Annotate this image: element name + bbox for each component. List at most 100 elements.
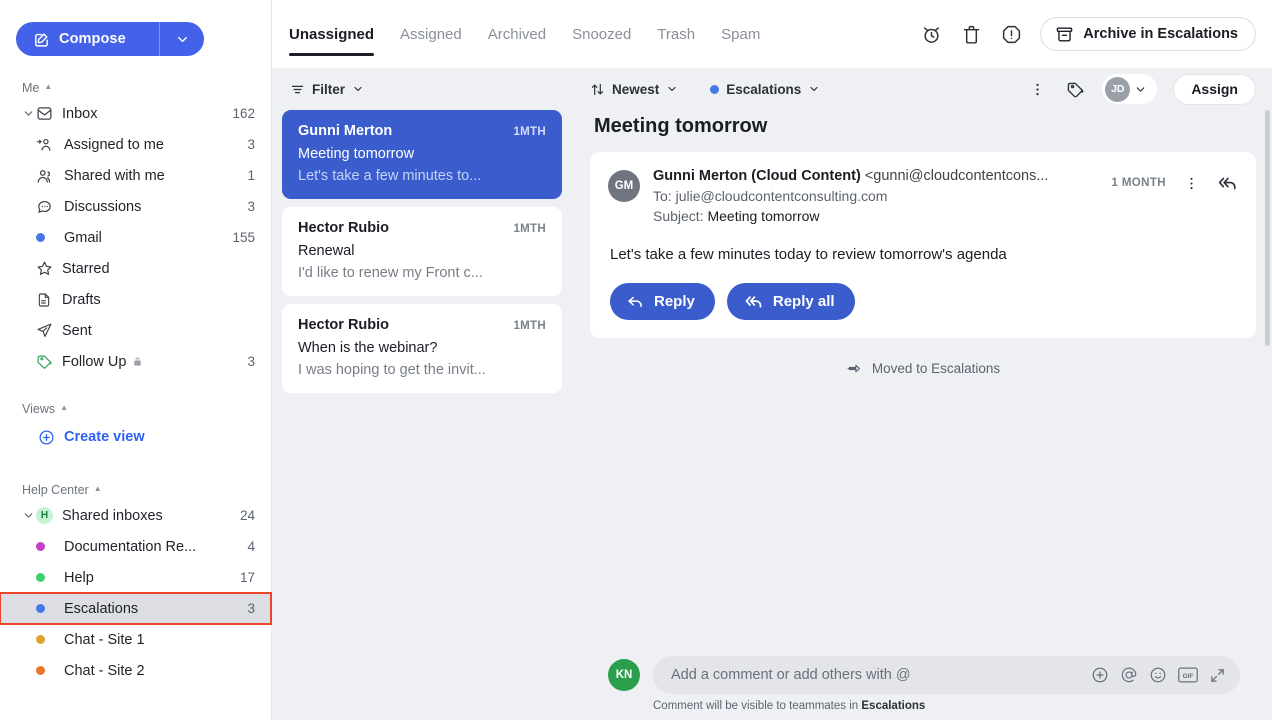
sidebar-item-follow-up-count: 3: [247, 354, 255, 369]
thread-panel: Meeting tomorrow GM Gunni Merton (Cloud …: [572, 110, 1272, 720]
conversation-time: 1MTH: [513, 223, 546, 235]
comment-composer-row: KN Add a comment or add others with @: [608, 656, 1240, 694]
sidebar-item-documentation-requests-label: Documentation Re...: [64, 539, 239, 555]
reply-all-arrow-icon[interactable]: [1216, 172, 1238, 194]
conversation-item[interactable]: Hector Rubio 1MTH Renewal I'd like to re…: [282, 207, 562, 296]
chevron-down-icon: [352, 83, 364, 95]
sidebar-item-drafts-label: Drafts: [62, 292, 247, 308]
message-sender-address: <gunni@cloudcontentcons...: [865, 168, 1049, 184]
sidebar-item-chat-site-2[interactable]: Chat - Site 2: [0, 655, 271, 686]
more-vertical-icon[interactable]: [1180, 172, 1202, 194]
avatar: GM: [608, 170, 640, 202]
assign-button[interactable]: Assign: [1173, 74, 1256, 105]
sidebar-section-me[interactable]: Me ▲: [0, 78, 271, 98]
sidebar: Compose Me ▲ Inbox: [0, 0, 272, 720]
sidebar-item-discussions[interactable]: Discussions 3: [0, 191, 271, 222]
comment-visibility-hint: Comment will be visible to teammates in …: [608, 694, 1240, 712]
sidebar-section-views[interactable]: Views ▲: [0, 399, 271, 419]
reply-button[interactable]: Reply: [610, 283, 715, 320]
tag-icon[interactable]: [1064, 78, 1086, 100]
sub-toolbar: Filter Newest: [272, 68, 1272, 110]
conversation-subject: When is the webinar?: [298, 340, 546, 356]
thread-title: Meeting tomorrow: [590, 110, 1256, 152]
sidebar-item-shared-inboxes[interactable]: H Shared inboxes 24: [0, 500, 271, 531]
create-view-button[interactable]: Create view: [0, 422, 271, 452]
more-vertical-icon[interactable]: [1026, 78, 1048, 100]
tab-snoozed[interactable]: Snoozed: [572, 0, 631, 68]
front-inbox-app: Compose Me ▲ Inbox: [0, 0, 1272, 720]
sidebar-item-starred[interactable]: Starred: [0, 253, 271, 284]
tab-unassigned-label: Unassigned: [289, 26, 374, 43]
tab-spam[interactable]: Spam: [721, 0, 760, 68]
snooze-clock-icon[interactable]: [920, 23, 942, 45]
tab-unassigned[interactable]: Unassigned: [289, 0, 374, 68]
conversation-preview: Let's take a few minutes to...: [298, 168, 546, 184]
sidebar-item-follow-up[interactable]: Follow Up 3: [0, 346, 271, 377]
sidebar-item-help[interactable]: Help 17: [0, 562, 271, 593]
sidebar-item-escalations[interactable]: Escalations 3: [0, 593, 271, 624]
inbox-selector-button[interactable]: Escalations: [710, 82, 820, 97]
chevron-down-icon[interactable]: [20, 509, 36, 522]
inbox-envelope-icon: [36, 105, 62, 122]
sidebar-item-inbox[interactable]: Inbox 162: [0, 98, 271, 129]
move-arrow-icon: [846, 360, 863, 377]
sidebar-item-follow-up-label: Follow Up: [62, 354, 126, 370]
sidebar-item-chat-site-1[interactable]: Chat - Site 1: [0, 624, 271, 655]
gif-icon[interactable]: GIF: [1178, 667, 1198, 683]
message-actions: 1 MONTH: [1111, 168, 1238, 194]
compose-main[interactable]: Compose: [16, 22, 160, 56]
tab-assigned[interactable]: Assigned: [400, 0, 462, 68]
tab-spam-label: Spam: [721, 26, 760, 43]
reply-arrow-icon: [626, 292, 645, 311]
archive-in-escalations-button[interactable]: Archive in Escalations: [1040, 17, 1256, 51]
conversation-sender: Gunni Merton: [298, 123, 505, 139]
sub-toolbar-middle: Newest Escalations: [590, 82, 820, 97]
sidebar-item-discussions-label: Discussions: [64, 199, 239, 215]
dot-icon: [36, 573, 64, 582]
assignee-avatar-dropdown[interactable]: JD: [1102, 74, 1157, 104]
sidebar-item-inbox-label: Inbox: [62, 106, 224, 122]
expand-diagonal-icon[interactable]: [1209, 667, 1226, 684]
sidebar-item-shared-with-me[interactable]: Shared with me 1: [0, 160, 271, 191]
reply-all-button[interactable]: Reply all: [727, 283, 855, 320]
sidebar-item-gmail[interactable]: Gmail 155: [0, 222, 271, 253]
sidebar-section-help-center-label: Help Center: [22, 483, 89, 497]
sidebar-item-sent[interactable]: Sent: [0, 315, 271, 346]
sidebar-item-gmail-label: Gmail: [64, 230, 224, 246]
sidebar-item-assigned-to-me[interactable]: Assigned to me 3: [0, 129, 271, 160]
chevron-down-icon: [175, 32, 190, 47]
message-header: GM Gunni Merton (Cloud Content) <gunni@c…: [608, 168, 1238, 224]
plus-circle-icon[interactable]: [1091, 666, 1109, 684]
emoji-smiley-icon[interactable]: [1149, 666, 1167, 684]
sent-paperplane-icon: [36, 322, 62, 339]
sidebar-item-documentation-requests[interactable]: Documentation Re... 4: [0, 531, 271, 562]
compose-button[interactable]: Compose: [16, 22, 204, 56]
tab-trash[interactable]: Trash: [657, 0, 695, 68]
filter-button[interactable]: Filter: [290, 82, 364, 97]
message-reply-actions: Reply Reply all: [608, 263, 1238, 320]
comment-input[interactable]: Add a comment or add others with @: [653, 656, 1240, 694]
archive-box-icon: [1055, 25, 1074, 44]
spam-alert-icon[interactable]: [1000, 23, 1022, 45]
tab-archived-label: Archived: [488, 26, 546, 43]
dot-icon: [36, 542, 64, 551]
sidebar-item-shared-inboxes-count: 24: [240, 508, 255, 523]
compose-dropdown-button[interactable]: [160, 22, 204, 56]
compose-pencil-icon: [33, 31, 50, 48]
message-subject-line: Subject: Meeting tomorrow: [653, 208, 1099, 224]
chevron-down-icon[interactable]: [20, 107, 36, 120]
sidebar-section-help-center[interactable]: Help Center ▲: [0, 480, 271, 500]
trash-icon[interactable]: [960, 23, 982, 45]
conversation-item[interactable]: Hector Rubio 1MTH When is the webinar? I…: [282, 304, 562, 393]
tab-assigned-label: Assigned: [400, 26, 462, 43]
svg-text:GIF: GIF: [1183, 673, 1194, 680]
sidebar-item-drafts[interactable]: Drafts: [0, 284, 271, 315]
sort-button[interactable]: Newest: [590, 82, 678, 97]
thread-scrollbar[interactable]: [1265, 110, 1270, 346]
tab-archived[interactable]: Archived: [488, 0, 546, 68]
assigned-person-icon: [36, 136, 64, 153]
star-icon: [36, 260, 62, 277]
message-sender-name: Gunni Merton (Cloud Content): [653, 168, 861, 184]
conversation-item[interactable]: Gunni Merton 1MTH Meeting tomorrow Let's…: [282, 110, 562, 199]
at-mention-icon[interactable]: [1120, 666, 1138, 684]
